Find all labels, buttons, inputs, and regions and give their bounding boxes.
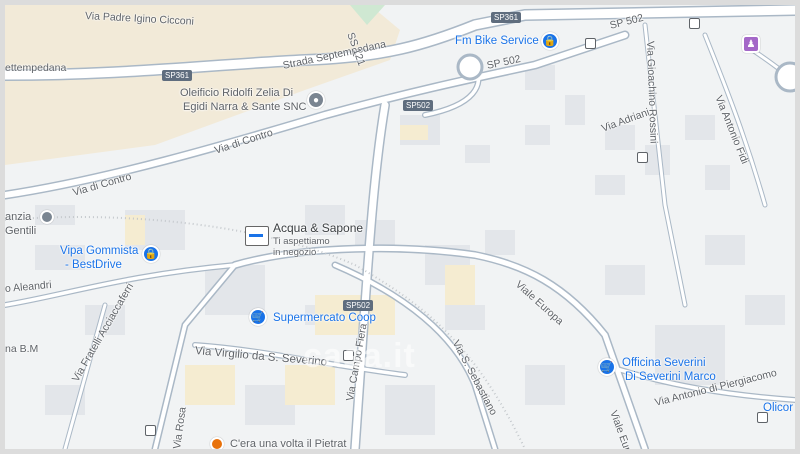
poi-acqua-sub: in negozio <box>273 247 317 258</box>
school-icon[interactable] <box>40 210 54 224</box>
poi-vipa-line2[interactable]: - BestDrive <box>65 259 122 271</box>
poi-anzia-line2[interactable]: Gentili <box>5 225 36 237</box>
bus-stop-icon[interactable] <box>689 18 700 29</box>
road-fills <box>5 5 795 449</box>
route-shield: SP361 <box>491 12 522 23</box>
poi-acqua-sub: Ti aspettiamo <box>273 236 330 247</box>
poi-acqua-sapone[interactable]: Acqua & Sapone <box>273 221 363 235</box>
sand-area <box>5 5 400 165</box>
roundabout-right <box>774 61 795 93</box>
bus-stop-icon[interactable] <box>637 152 648 163</box>
place-of-worship-icon[interactable]: ♟ <box>742 35 760 53</box>
road-label: ettempedana <box>5 62 67 74</box>
restaurant-icon[interactable] <box>210 437 224 449</box>
poi-vipa[interactable]: Vipa Gommista <box>60 245 138 257</box>
cart-icon[interactable]: 🛒 <box>249 308 267 326</box>
poi-fm-bike[interactable]: Fm Bike Service <box>455 35 539 47</box>
roundabout <box>456 53 484 81</box>
poi-marker-icon[interactable]: ● <box>307 91 325 109</box>
road-label: na B.M <box>5 343 39 355</box>
map-frame[interactable]: SP361 SP361 SP502 SP502 Via Padre Igino … <box>0 0 800 454</box>
poi-officina[interactable]: Officina Severini <box>622 357 706 369</box>
cart-icon[interactable]: 🛒 <box>598 358 616 376</box>
watermark: casa.it <box>303 337 416 375</box>
bus-stop-icon[interactable] <box>585 38 596 49</box>
bus-stop-icon[interactable] <box>145 425 156 436</box>
poi-officina-line2[interactable]: Di Severini Marco <box>625 371 716 383</box>
poi-anzia[interactable]: anzia <box>5 211 31 223</box>
poi-oleificio[interactable]: Oleificio Ridolfi Zelia Di <box>180 87 293 99</box>
poi-oleificio-line2[interactable]: Egidi Narra & Sante SNC <box>183 101 307 113</box>
bus-stop-icon[interactable] <box>757 412 768 423</box>
route-shield: SP502 <box>403 100 434 111</box>
lock-icon[interactable]: 🔒 <box>541 32 559 50</box>
poi-cera[interactable]: C'era una volta il Pietrat <box>230 438 346 449</box>
acqua-sapone-logo-icon[interactable] <box>245 226 269 246</box>
lock-icon[interactable]: 🔒 <box>142 245 160 263</box>
route-shield: SP361 <box>162 70 193 81</box>
poi-coop[interactable]: Supermercato Coop <box>273 312 376 324</box>
route-shield: SP502 <box>343 300 374 311</box>
